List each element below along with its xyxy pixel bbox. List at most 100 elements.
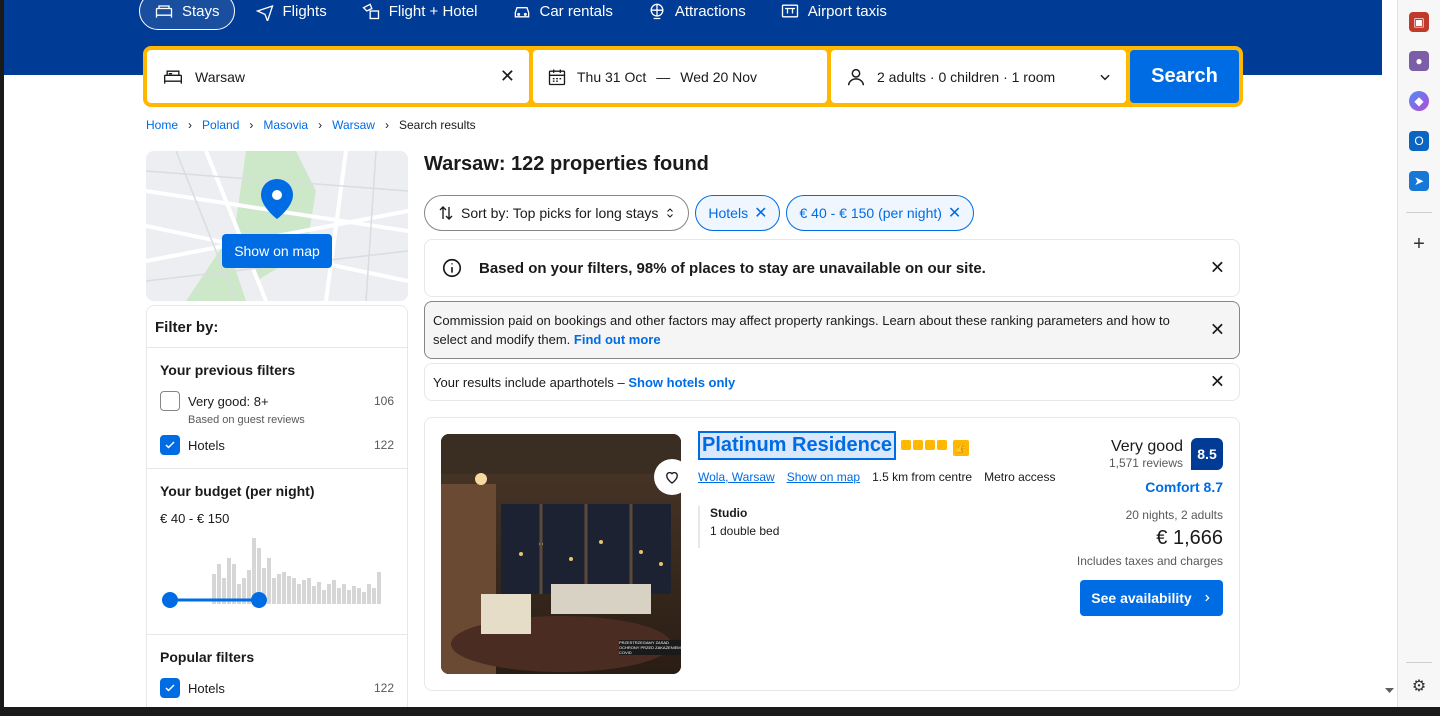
room-type: Studio (710, 506, 748, 520)
sort-label: Sort by: Top picks for long stays (461, 205, 659, 221)
nav-airport-taxis[interactable]: Airport taxis (766, 0, 901, 30)
window-edge (0, 0, 4, 716)
clear-icon[interactable]: ✕ (500, 66, 515, 87)
guests-field[interactable]: 2 adults · 0 children · 1 room (831, 50, 1126, 103)
plane-icon (255, 4, 274, 21)
star-icon (925, 440, 935, 450)
unavailable-text: Based on your filters, 98% of places to … (479, 259, 986, 277)
filter-hotels-popular[interactable]: Hotels 122 (160, 677, 394, 699)
nav-label: Airport taxis (807, 2, 887, 20)
taxi-icon (781, 4, 798, 18)
checkbox[interactable] (160, 391, 180, 411)
review-text: Very good 1,571 reviews (1109, 438, 1183, 470)
nav-attractions[interactable]: Attractions (633, 0, 760, 30)
destination-field[interactable]: Warsaw ✕ (147, 50, 529, 103)
guests-value: 2 adults · 0 children · 1 room (877, 68, 1056, 85)
nav-stays[interactable]: Stays (139, 0, 235, 30)
search-button[interactable]: Search (1130, 50, 1239, 103)
show-on-map-button[interactable]: Show on map (222, 234, 332, 268)
room-info: Studio 1 double bed (698, 506, 779, 548)
commission-body: Commission paid on bookings and other fa… (433, 311, 1193, 349)
person-icon (847, 68, 865, 85)
info-icon (442, 258, 462, 278)
rating-word: Very good (1110, 438, 1183, 455)
review-score[interactable]: Very good 1,571 reviews 8.5 (1109, 438, 1223, 470)
close-icon[interactable]: ✕ (754, 203, 767, 223)
cta-label: See availability (1091, 590, 1192, 606)
budget-max-handle (251, 592, 267, 608)
taxes-note: Includes taxes and charges (1076, 554, 1223, 568)
breadcrumb-current: Search results (398, 118, 476, 132)
settings-icon[interactable]: ⚙ (1409, 676, 1429, 696)
taskbar-edge (0, 707, 1440, 716)
metro-text: Metro access (984, 470, 1056, 484)
location-link[interactable]: Wola, Warsaw (698, 470, 775, 484)
breadcrumb-masovia[interactable]: Masovia (263, 118, 308, 132)
scrollbar[interactable] (1382, 680, 1397, 710)
toolbox-icon[interactable]: ▣ (1409, 12, 1429, 32)
search-bar: Warsaw ✕ Thu 31 Oct — Wed 20 Nov 2 adult… (143, 46, 1243, 107)
show-hotels-only-link[interactable]: Show hotels only (628, 375, 735, 390)
main-nav: Stays Flights Flight + Hotel Car rentals… (139, 0, 907, 30)
property-image[interactable]: PRZESTRZEGAMY ZASAD OCHRONY PRZED ZAKAŻE… (441, 434, 681, 674)
check-in-date: Thu 31 Oct (577, 68, 647, 85)
date-separator: — (656, 68, 671, 85)
chevron-updown-icon (667, 208, 674, 218)
chip-label: € 40 - € 150 (per night) (799, 205, 942, 221)
see-availability-button[interactable]: See availability (1080, 580, 1223, 616)
bed-icon (155, 5, 173, 18)
budget-min-handle (162, 592, 178, 608)
outlook-icon[interactable]: O (1409, 131, 1429, 151)
filter-hotels[interactable]: Hotels 122 (160, 434, 394, 456)
checkbox-checked[interactable] (160, 678, 180, 698)
destination-value: Warsaw (195, 68, 246, 85)
show-on-map-link[interactable]: Show on map (787, 470, 860, 484)
send-icon[interactable]: ➤ (1409, 171, 1429, 191)
close-icon[interactable]: ✕ (1210, 372, 1225, 393)
dates-field[interactable]: Thu 31 Oct — Wed 20 Nov (533, 50, 827, 103)
breadcrumb-home[interactable]: Home (146, 118, 178, 132)
filter-subtext: Based on guest reviews (188, 414, 305, 426)
people-icon[interactable]: ● (1409, 51, 1429, 71)
close-icon[interactable]: ✕ (1210, 320, 1225, 340)
breadcrumb-warsaw[interactable]: Warsaw (332, 118, 375, 132)
breadcrumb-poland[interactable]: Poland (202, 118, 239, 132)
chip-label: Hotels (708, 205, 749, 221)
chevron-right-icon: › (318, 118, 323, 132)
copilot-icon[interactable]: ◆ (1409, 91, 1429, 111)
filter-very-good[interactable]: Very good: 8+ 106 (160, 390, 394, 412)
chevron-right-icon: › (188, 118, 193, 132)
unavailable-notice: Based on your filters, 98% of places to … (424, 239, 1240, 297)
property-name-link[interactable]: Platinum Residence (698, 431, 897, 460)
nav-car-rentals[interactable]: Car rentals (498, 0, 627, 30)
chevron-right-icon: › (249, 118, 254, 132)
filters-title: Filter by: (147, 306, 407, 348)
chip-price[interactable]: € 40 - € 150 (per night) ✕ (786, 195, 975, 231)
results-title: Warsaw: 122 properties found (424, 153, 709, 175)
property-card: PRZESTRZEGAMY ZASAD OCHRONY PRZED ZAKAŻE… (424, 417, 1240, 691)
star-icon (913, 440, 923, 450)
browser-sidebar: ▣ ● ◆ O ➤ + ⚙ (1397, 0, 1440, 716)
aparthotels-text: Your results include aparthotels – (433, 374, 625, 390)
close-icon[interactable]: ✕ (1210, 258, 1225, 279)
filter-count: 106 (373, 394, 394, 408)
popular-filters-heading: Popular filters (160, 649, 255, 665)
chip-hotels[interactable]: Hotels ✕ (695, 195, 781, 231)
sidebar-divider (1406, 212, 1432, 213)
add-icon[interactable]: + (1409, 233, 1429, 255)
hotel-room-photo (441, 434, 681, 674)
scroll-down-icon (1385, 688, 1394, 693)
sort-dropdown[interactable]: Sort by: Top picks for long stays (424, 195, 690, 231)
nav-flight-hotel[interactable]: Flight + Hotel (347, 0, 492, 30)
budget-section: Your budget (per night) € 40 - € 150 (147, 469, 407, 635)
popular-filters-section: Popular filters Hotels 122 (147, 635, 407, 711)
close-icon[interactable]: ✕ (948, 203, 961, 223)
checkbox-checked[interactable] (160, 435, 180, 455)
map-preview[interactable] (146, 151, 408, 301)
star-icon (937, 440, 947, 450)
reviews-count: 1,571 reviews (1108, 456, 1183, 470)
nav-label: Car rentals (539, 2, 613, 20)
stay-length: 20 nights, 2 adults (1125, 508, 1223, 522)
nav-flights[interactable]: Flights (241, 0, 341, 30)
find-out-more-link[interactable]: Find out more (574, 332, 661, 347)
